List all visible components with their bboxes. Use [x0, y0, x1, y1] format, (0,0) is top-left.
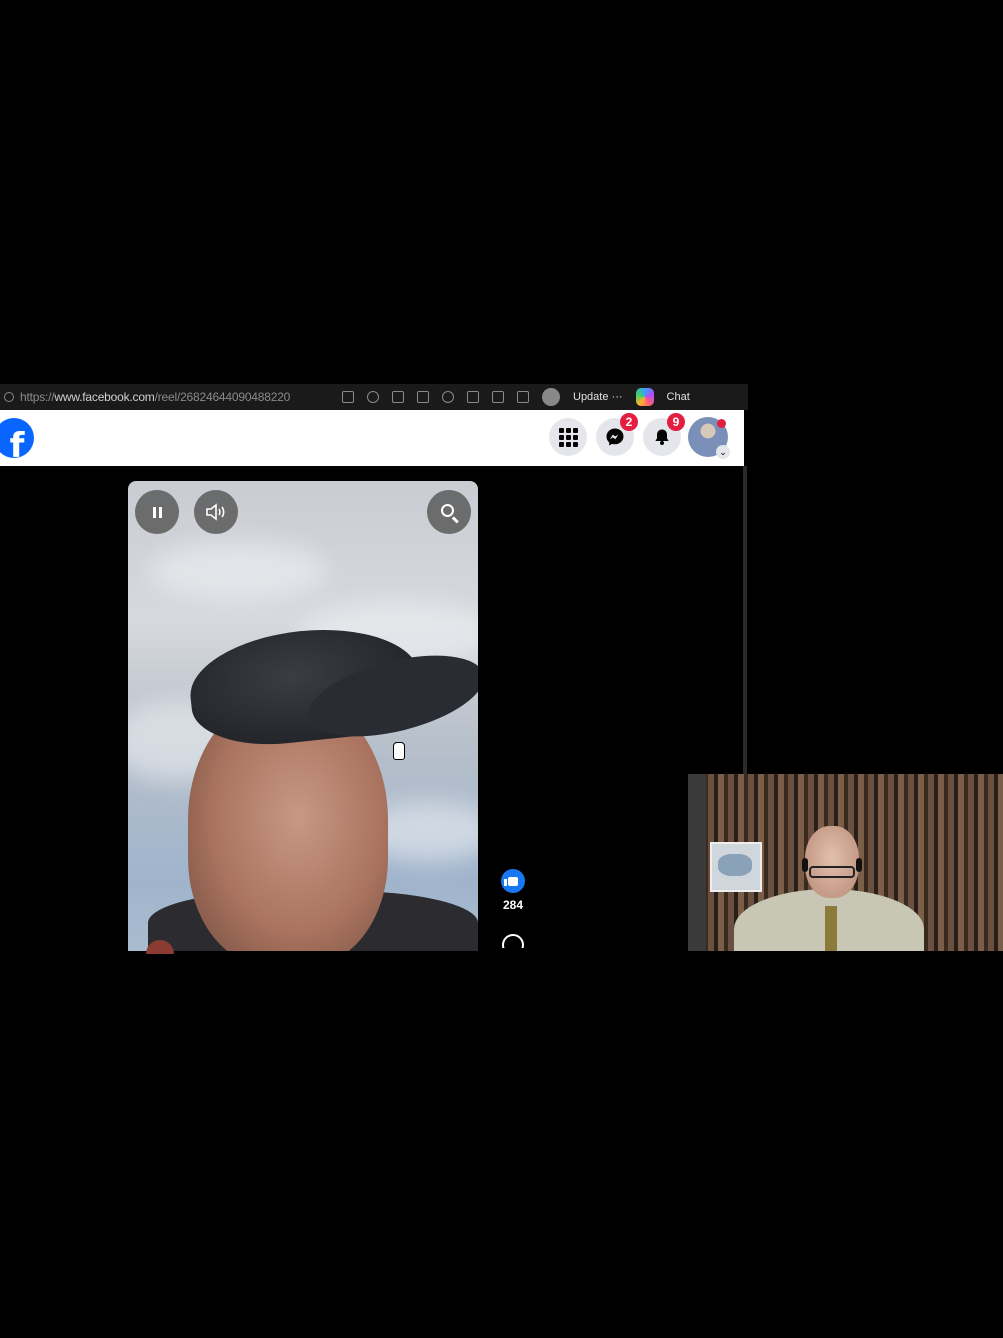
like-count: 284	[502, 898, 524, 912]
wall-picture	[710, 842, 762, 892]
notifications-badge: 9	[667, 413, 685, 431]
chat-button[interactable]: Chat	[667, 391, 690, 403]
messenger-icon	[606, 428, 624, 446]
like-button[interactable]	[501, 869, 525, 893]
facebook-header: f 2 9 ⌄	[0, 410, 744, 466]
search-button[interactable]	[427, 490, 471, 534]
refresh-extension-icon[interactable]	[442, 391, 454, 403]
browser-toolbar: Update ··· Chat	[342, 384, 690, 410]
comment-icon[interactable]	[502, 934, 524, 948]
copilot-icon[interactable]	[635, 388, 654, 406]
browser-essentials-icon[interactable]	[517, 391, 529, 403]
media-icon[interactable]	[467, 391, 479, 403]
volume-icon	[206, 503, 225, 521]
apps-icon[interactable]	[342, 391, 354, 403]
update-button[interactable]: Update ···	[573, 391, 623, 403]
site-info-icon[interactable]	[4, 392, 14, 402]
notifications-button[interactable]: 9	[643, 413, 685, 456]
grid-icon	[558, 427, 578, 447]
messenger-button[interactable]: 2	[596, 413, 638, 456]
favorite-star-icon[interactable]	[417, 391, 429, 403]
pause-button[interactable]	[135, 490, 179, 534]
bell-icon	[655, 429, 669, 445]
facebook-logo-icon[interactable]: f	[0, 418, 34, 458]
pause-icon	[152, 506, 162, 518]
headphones-icon	[802, 858, 808, 872]
read-aloud-icon[interactable]	[392, 391, 404, 403]
mouse-cursor-icon	[393, 742, 405, 760]
avatar-status-dot	[717, 419, 726, 428]
browser-profile-icon[interactable]	[542, 388, 560, 406]
search-icon	[440, 503, 454, 517]
chevron-down-icon: ⌄	[716, 445, 730, 459]
webcam-overlay	[688, 774, 1003, 951]
account-avatar[interactable]: ⌄	[688, 417, 730, 459]
page-scrollbar[interactable]	[743, 466, 747, 774]
zoom-icon[interactable]	[367, 391, 379, 403]
presenter-face	[805, 826, 859, 898]
address-url[interactable]: https://www.facebook.com/reel/2682464409…	[20, 390, 290, 404]
like-icon	[504, 876, 518, 886]
volume-button[interactable]	[194, 490, 238, 534]
menu-button[interactable]	[549, 418, 587, 456]
reel-video[interactable]	[128, 481, 478, 951]
favorites-icon[interactable]	[492, 391, 504, 403]
messenger-badge: 2	[620, 413, 638, 431]
browser-address-bar: https://www.facebook.com/reel/2682464409…	[0, 384, 748, 410]
